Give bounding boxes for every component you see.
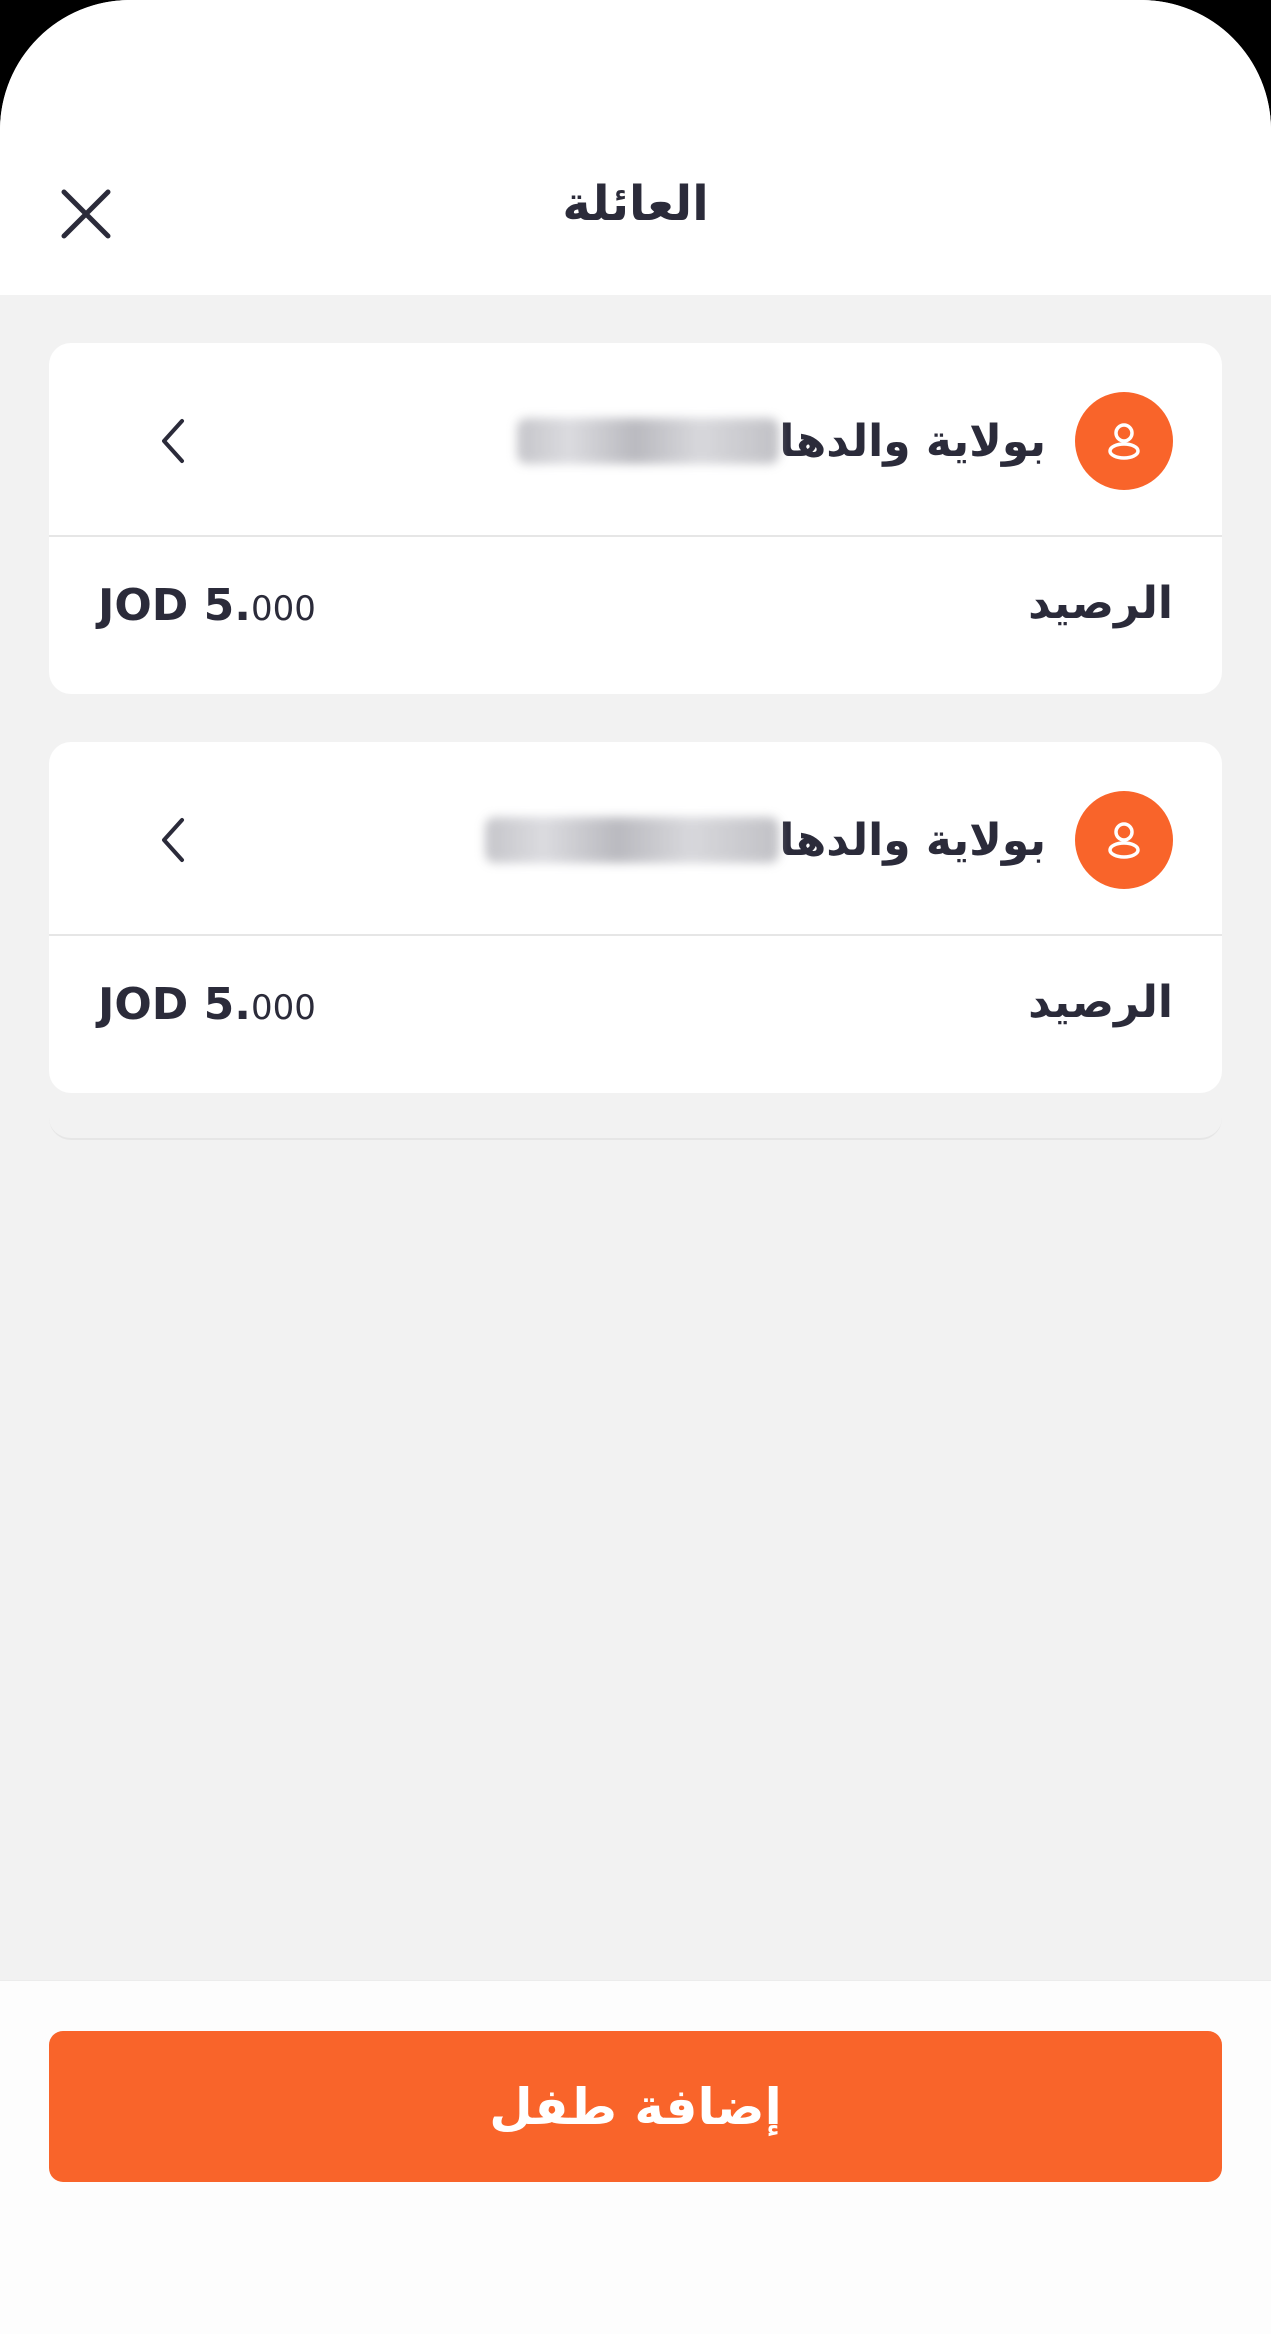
balance-currency: JOD xyxy=(98,979,189,1030)
open-child-button[interactable] xyxy=(147,413,199,469)
footer: إضافة طفل xyxy=(0,1980,1271,2334)
child-name: بولاية والدها xyxy=(485,808,1046,872)
avatar xyxy=(1075,791,1173,889)
chevron-left-icon xyxy=(162,419,184,463)
balance-label: الرصيد xyxy=(1028,977,1173,1028)
redacted-name xyxy=(517,418,780,464)
list-end-divider xyxy=(49,1110,1222,1140)
child-name-suffix: بولاية والدها xyxy=(779,814,1046,866)
balance-currency: JOD xyxy=(98,580,189,631)
user-icon xyxy=(1108,822,1140,859)
child-card[interactable]: بولاية والدها الرصيد JOD 5.000 xyxy=(49,742,1222,1093)
page-title: العائلة xyxy=(562,176,709,232)
child-card-header[interactable]: بولاية والدها xyxy=(49,343,1222,537)
balance-whole: 5. xyxy=(203,979,251,1030)
redacted-name xyxy=(485,817,780,863)
child-card-header[interactable]: بولاية والدها xyxy=(49,742,1222,936)
balance-label: الرصيد xyxy=(1028,578,1173,629)
child-name: بولاية والدها xyxy=(517,409,1046,473)
user-icon xyxy=(1108,423,1140,460)
open-child-button[interactable] xyxy=(147,812,199,868)
balance-whole: 5. xyxy=(203,580,251,631)
child-card[interactable]: بولاية والدها الرصيد JOD 5.000 xyxy=(49,343,1222,694)
app-screen: العائلة بولاية والدها الرصيد JOD 5.000 ب… xyxy=(0,0,1271,2334)
avatar xyxy=(1075,392,1173,490)
balance-decimal: 000 xyxy=(250,589,316,629)
chevron-left-icon xyxy=(162,818,184,862)
balance-decimal: 000 xyxy=(250,988,316,1028)
balance-amount: JOD 5.000 xyxy=(98,979,316,1030)
add-child-button[interactable]: إضافة طفل xyxy=(49,2031,1222,2182)
balance-amount: JOD 5.000 xyxy=(98,580,316,631)
child-name-suffix: بولاية والدها xyxy=(779,415,1046,467)
header: العائلة xyxy=(0,0,1271,295)
